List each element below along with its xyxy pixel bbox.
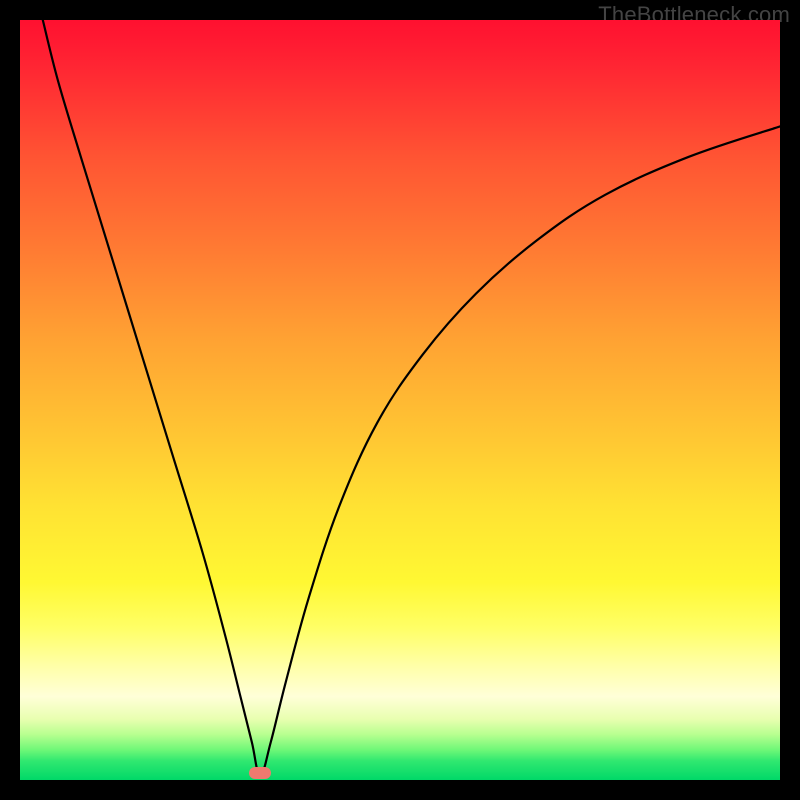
chart-svg [20,20,780,780]
bottleneck-curve [43,20,780,776]
bottleneck-marker [249,767,271,779]
